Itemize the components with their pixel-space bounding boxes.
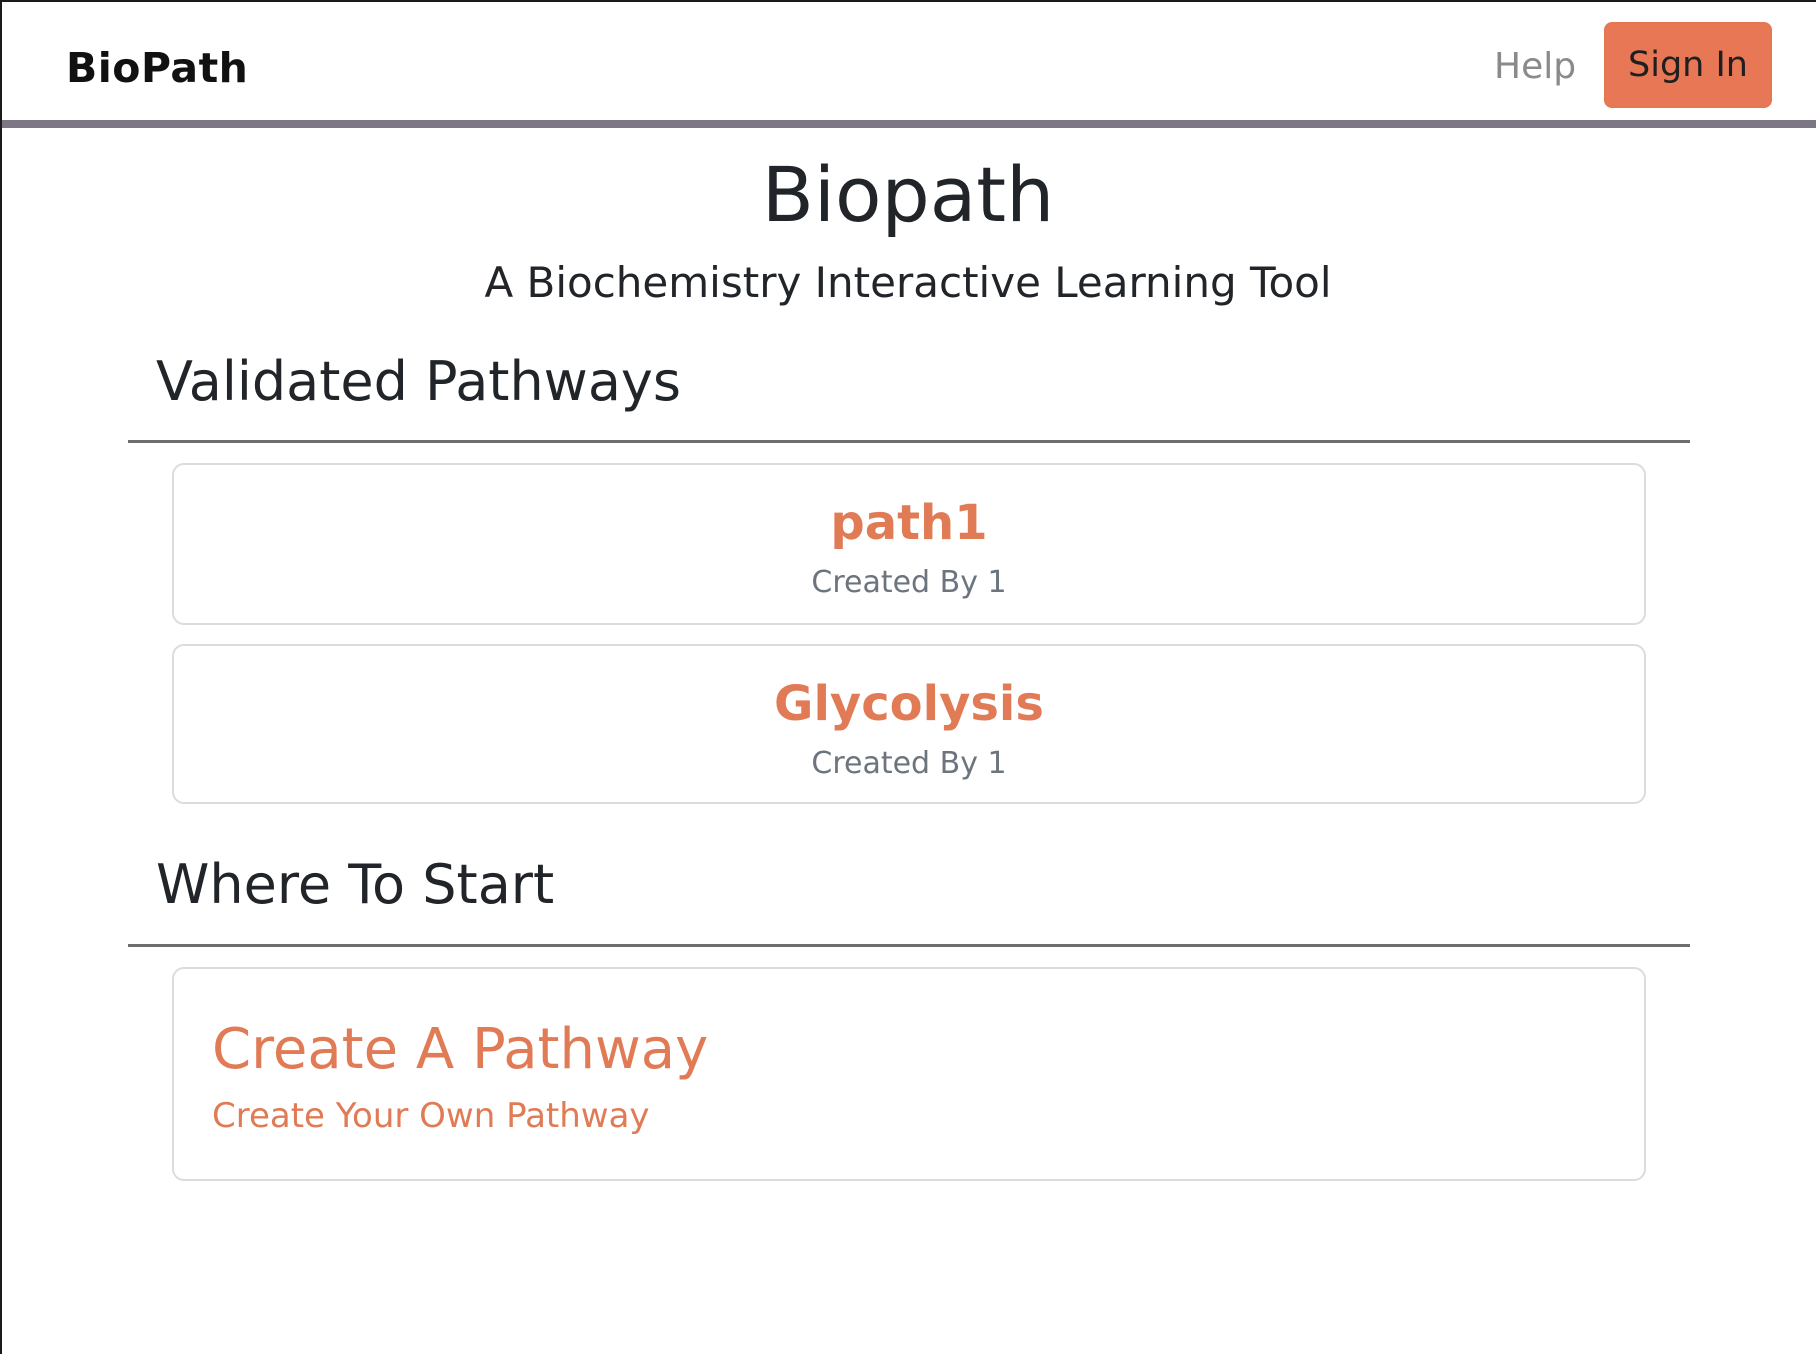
pathway-card-path1[interactable]: path1 Created By 1 [172,463,1646,625]
create-pathway-card[interactable]: Create A Pathway Create Your Own Pathway [172,967,1646,1181]
create-pathway-title[interactable]: Create A Pathway [212,1017,1644,1082]
help-link[interactable]: Help [1494,46,1576,87]
pathway-card-glycolysis[interactable]: Glycolysis Created By 1 [172,644,1646,804]
navbar: BioPath Help Sign In [2,2,1816,128]
brand-logo-text[interactable]: BioPath [66,44,248,92]
page-title: Biopath [761,150,1055,239]
page-subtitle: A Biochemistry Interactive Learning Tool [484,258,1332,307]
validated-pathways-heading: Validated Pathways [156,350,682,413]
pathway-creator: Created By 1 [811,565,1007,600]
pathway-creator: Created By 1 [811,746,1007,781]
pathway-name[interactable]: Glycolysis [174,676,1644,732]
validated-pathways-divider [128,440,1690,443]
where-to-start-divider [128,944,1690,947]
pathway-name[interactable]: path1 [174,495,1644,551]
where-to-start-heading: Where To Start [156,853,555,916]
create-pathway-subtitle: Create Your Own Pathway [212,1096,650,1136]
sign-in-button[interactable]: Sign In [1604,22,1772,108]
